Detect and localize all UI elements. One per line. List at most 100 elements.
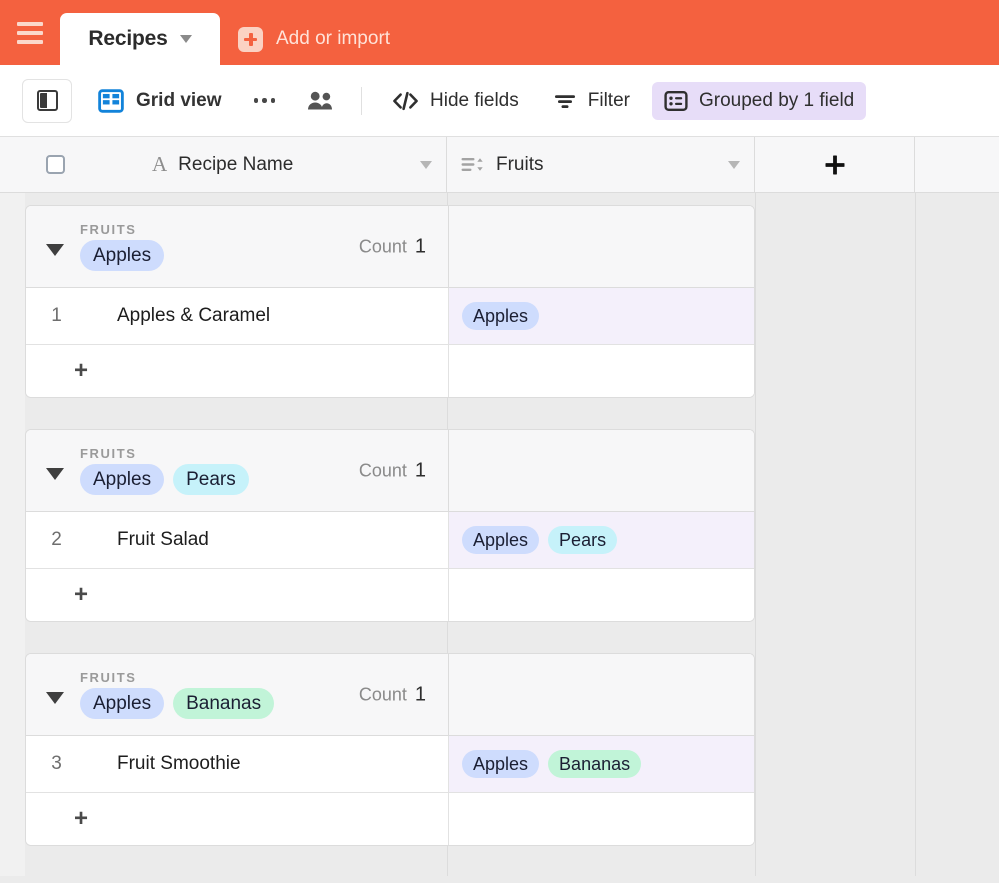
add-field-button[interactable] [755, 137, 915, 192]
group-header-left: FRUITS Apples Pears Count 1 [26, 430, 448, 511]
funnel-icon [554, 94, 575, 108]
group-header-left: FRUITS Apples Bananas Count 1 [26, 654, 448, 735]
add-or-import-button[interactable]: Add or import [220, 13, 408, 65]
group-button[interactable]: Grouped by 1 field [651, 81, 867, 120]
group-header: FRUITS Apples Count 1 [26, 206, 754, 288]
plus-icon: + [74, 805, 89, 832]
hide-fields-label: Hide fields [430, 89, 519, 111]
dot [253, 98, 259, 103]
tab-recipes[interactable]: Recipes [60, 13, 220, 65]
tag-pill: Apples [462, 301, 540, 331]
add-record-button[interactable]: + [26, 793, 448, 845]
chevron-down-icon[interactable] [420, 160, 432, 169]
group-count-value: 1 [414, 459, 426, 481]
app-topbar: Recipes Add or import [0, 0, 999, 65]
hamburger-line [17, 21, 43, 26]
add-record-button[interactable]: + [26, 345, 448, 397]
cell-recipe-name[interactable]: Fruit Smoothie [87, 736, 448, 792]
hide-fields-button[interactable]: Hide fields [380, 82, 531, 120]
add-record-row-right [448, 569, 754, 621]
tag-pill: Apples [80, 239, 165, 272]
add-record-row-right [448, 793, 754, 845]
text-type-icon: A [152, 152, 168, 176]
group-count[interactable]: Count 1 [359, 683, 426, 706]
tag-pill: Apples [80, 463, 165, 496]
grid-view-button[interactable]: Grid view [92, 82, 228, 120]
group-header-right [448, 206, 754, 287]
add-record-row[interactable]: + [26, 345, 754, 397]
triangle-down-icon[interactable] [46, 243, 64, 256]
row-number: 3 [51, 753, 62, 774]
view-toolbar: Grid view Hide fields Filter Grouped by … [0, 65, 999, 137]
table-row[interactable]: 1 Apples & Caramel Apples [26, 288, 754, 345]
header-tail-spacer [915, 137, 999, 192]
table-row[interactable]: 3 Fruit Smoothie Apples Bananas [26, 736, 754, 793]
multiselect-type-icon [461, 157, 483, 171]
chevron-down-icon[interactable] [728, 160, 740, 169]
cell-fruits[interactable]: Apples [448, 288, 754, 344]
cell-fruits[interactable]: Apples Bananas [448, 736, 754, 792]
sidebar-panel-icon [36, 90, 58, 111]
tag-pill: Pears [548, 525, 618, 555]
triangle-down-icon[interactable] [46, 691, 64, 704]
column-header-fruits-label: Fruits [496, 153, 544, 175]
hamburger-icon[interactable] [0, 0, 60, 65]
group-count-value: 1 [414, 683, 426, 705]
add-record-row[interactable]: + [26, 793, 754, 845]
select-all-cell [0, 137, 110, 192]
ellipsis-icon[interactable] [244, 92, 286, 109]
group-count[interactable]: Count 1 [359, 235, 426, 258]
plus-icon: + [74, 581, 89, 608]
group-card: FRUITS Apples Bananas Count 1 3 Fruit Smoothie… [25, 653, 755, 846]
hamburger-line [17, 39, 43, 44]
group-card: FRUITS Apples Pears Count 1 2 Fruit Salad Apple… [25, 429, 755, 622]
group-count-label: Count [358, 460, 407, 480]
collaborators-button[interactable] [299, 86, 343, 116]
cell-fruits[interactable]: Apples Pears [448, 512, 754, 568]
add-record-row[interactable]: + [26, 569, 754, 621]
tab-recipes-label: Recipes [88, 27, 168, 50]
chevron-down-icon[interactable] [179, 35, 192, 43]
toolbar-divider [361, 86, 363, 115]
tag-pill: Pears [173, 463, 249, 496]
column-header-recipe-name[interactable]: A Recipe Name [110, 137, 447, 192]
dot [270, 98, 276, 103]
column-header-fruits[interactable]: Fruits [447, 137, 755, 192]
code-brackets-icon [393, 91, 418, 110]
dot [262, 98, 267, 103]
filter-button[interactable]: Filter [541, 82, 642, 120]
add-record-button[interactable]: + [26, 569, 448, 621]
filter-label: Filter [587, 89, 630, 111]
cell-recipe-name[interactable]: Fruit Salad [87, 512, 448, 568]
tag-pill: Bananas [548, 749, 642, 779]
plus-square-icon [238, 26, 263, 52]
row-number: 1 [51, 305, 62, 326]
add-or-import-label: Add or import [276, 28, 391, 49]
sidebar-toggle-button[interactable] [22, 78, 72, 123]
table-row[interactable]: 2 Fruit Salad Apples Pears [26, 512, 754, 569]
plus-icon: + [74, 357, 89, 384]
people-icon [308, 91, 333, 109]
tag-pill: Apples [462, 749, 540, 779]
group-count-label: Count [358, 684, 407, 704]
add-record-row-right [448, 345, 754, 397]
group-header-left: FRUITS Apples Count 1 [26, 206, 448, 287]
group-card: FRUITS Apples Count 1 1 Apples & Caramel Apple… [25, 205, 755, 398]
grid-view-label: Grid view [136, 89, 222, 111]
group-label: Grouped by 1 field [698, 89, 855, 111]
tag-pill: Apples [462, 525, 540, 555]
select-all-checkbox[interactable] [45, 155, 65, 174]
tag-pill: Apples [80, 687, 165, 720]
list-panel-icon [664, 90, 688, 111]
grid-body: FRUITS Apples Count 1 1 Apples & Caramel Apple… [0, 193, 999, 876]
plus-icon [825, 155, 844, 174]
group-list: FRUITS Apples Count 1 1 Apples & Caramel Apple… [0, 193, 999, 846]
cell-recipe-name[interactable]: Apples & Caramel [87, 288, 448, 344]
group-header-right [448, 430, 754, 511]
triangle-down-icon[interactable] [46, 467, 64, 480]
hamburger-line [17, 30, 43, 35]
group-count-value: 1 [414, 235, 426, 257]
column-header-row: A Recipe Name Fruits [0, 137, 999, 193]
group-count[interactable]: Count 1 [359, 459, 426, 482]
row-number: 2 [51, 529, 62, 550]
